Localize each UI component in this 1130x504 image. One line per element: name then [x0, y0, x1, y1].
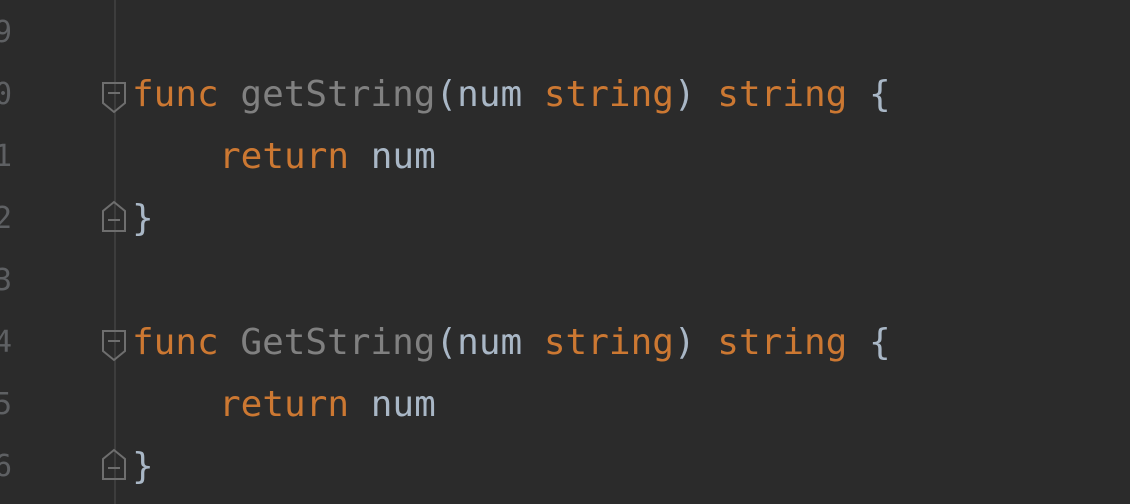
code-text[interactable]: func getString(num string) string { — [132, 64, 891, 126]
open-paren: ( — [435, 322, 458, 363]
fold-end-icon[interactable] — [100, 436, 130, 498]
code-text[interactable]: } — [132, 436, 154, 498]
line-number: 2 — [0, 201, 13, 236]
code-line[interactable]: 5 return num — [0, 374, 1130, 436]
line-number: 5 — [0, 387, 13, 422]
code-line[interactable]: 1 return num — [0, 126, 1130, 188]
code-line[interactable]: 4 func GetString(num string) string { — [0, 312, 1130, 374]
function-name: GetString — [240, 322, 436, 363]
return-type: string — [717, 322, 848, 363]
close-paren: ) — [673, 74, 696, 115]
line-number: 1 — [0, 139, 13, 174]
code-line[interactable]: 6 } — [0, 436, 1130, 498]
code-text[interactable]: return num — [132, 126, 436, 188]
open-paren: ( — [435, 74, 458, 115]
code-text[interactable]: } — [132, 188, 154, 250]
fold-collapse-icon[interactable] — [100, 312, 130, 374]
code-line[interactable]: 0 func getString(num string) string { — [0, 64, 1130, 126]
close-brace: } — [132, 198, 154, 239]
keyword-func: func — [132, 322, 219, 363]
keyword-return: return — [219, 136, 350, 177]
fold-collapse-icon[interactable] — [100, 64, 130, 126]
close-brace: } — [132, 446, 154, 487]
param-name: num — [457, 322, 523, 363]
code-line[interactable]: 9 — [0, 2, 1130, 64]
keyword-func: func — [132, 74, 219, 115]
open-brace: { — [869, 322, 891, 363]
fold-end-icon[interactable] — [100, 188, 130, 250]
open-brace: { — [869, 74, 891, 115]
close-paren: ) — [673, 322, 696, 363]
code-text[interactable]: func GetString(num string) string { — [132, 312, 891, 374]
param-type: string — [543, 74, 674, 115]
function-name: getString — [240, 74, 436, 115]
code-line[interactable]: 2 } — [0, 188, 1130, 250]
return-value: num — [370, 136, 436, 177]
code-editor[interactable]: 9 0 func getString(num string) string { … — [0, 0, 1130, 504]
keyword-return: return — [219, 384, 350, 425]
return-value: num — [370, 384, 436, 425]
return-type: string — [717, 74, 848, 115]
param-type: string — [543, 322, 674, 363]
line-number: 6 — [0, 449, 13, 484]
code-line[interactable]: 3 — [0, 250, 1130, 312]
param-name: num — [457, 74, 523, 115]
line-number: 3 — [0, 263, 13, 298]
line-number: 0 — [0, 77, 13, 112]
code-text[interactable]: return num — [132, 374, 436, 436]
line-number: 9 — [0, 15, 13, 50]
line-number: 4 — [0, 325, 13, 360]
